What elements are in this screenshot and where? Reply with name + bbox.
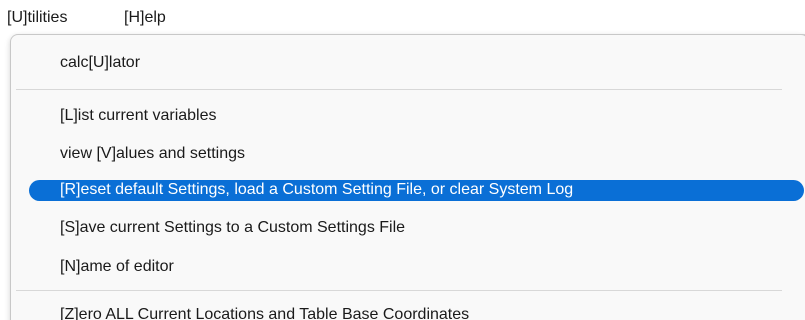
menu-item-calculator[interactable]: calc[U]lator — [60, 53, 140, 73]
menu-help[interactable]: [H]elp — [124, 8, 166, 28]
menu-item-name-of-editor[interactable]: [N]ame of editor — [60, 257, 174, 277]
menu-item-view-values-settings[interactable]: view [V]alues and settings — [60, 144, 245, 164]
menu-item-zero-locations[interactable]: [Z]ero ALL Current Locations and Table B… — [60, 305, 469, 320]
menu-separator — [16, 290, 782, 291]
app-stage: [U]tilities [H]elp calc[U]lator [L]ist c… — [0, 0, 805, 320]
menu-item-save-settings[interactable]: [S]ave current Settings to a Custom Sett… — [60, 218, 405, 238]
menu-utilities[interactable]: [U]tilities — [7, 8, 67, 28]
menu-item-reset-settings[interactable]: [R]eset default Settings, load a Custom … — [60, 180, 573, 200]
menu-item-list-variables[interactable]: [L]ist current variables — [60, 106, 217, 126]
utilities-dropdown-menu — [10, 34, 805, 320]
menu-bar: [U]tilities [H]elp — [0, 0, 805, 34]
menu-separator — [16, 89, 782, 90]
